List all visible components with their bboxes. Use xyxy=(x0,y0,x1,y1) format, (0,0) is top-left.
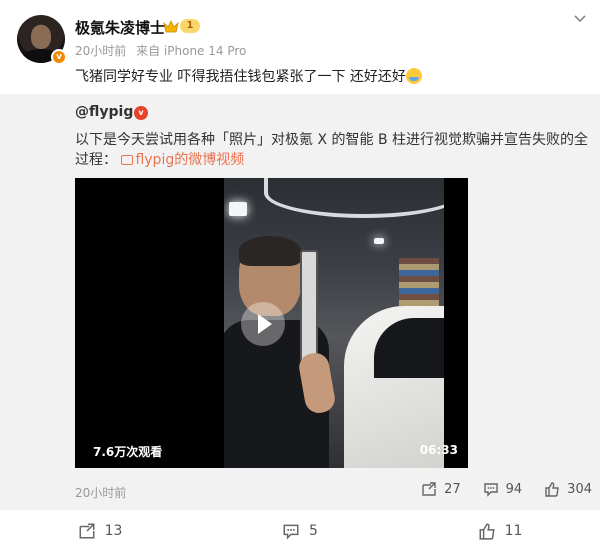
video-views: 7.6万次观看 xyxy=(93,445,163,459)
repost-comment-count: 94 xyxy=(505,481,523,497)
repost-count: 13 xyxy=(104,522,123,539)
post-time[interactable]: 20小时前 xyxy=(75,44,126,58)
like-icon xyxy=(479,523,495,540)
post-text-content: 飞猪同学好专业 吓得我捂住钱包紧张了一下 还好还好 xyxy=(75,69,406,85)
link-video-icon xyxy=(121,155,134,165)
video-link-label[interactable]: flypig的微博视频 xyxy=(135,152,244,168)
repost-icon xyxy=(79,523,95,538)
video-duration: 06:33 xyxy=(419,443,458,457)
repost-time[interactable]: 20小时前 xyxy=(75,484,126,501)
level-badge[interactable]: 1 xyxy=(180,19,200,33)
repost-comment-button[interactable]: 94 xyxy=(483,481,523,497)
repost-repost-button[interactable]: 27 xyxy=(421,481,461,497)
video-link[interactable]: flypig的微博视频 xyxy=(121,152,244,168)
repost-repost-count: 27 xyxy=(444,481,461,497)
repost-actions: 27 94 304 xyxy=(399,481,592,497)
repost-like-count: 304 xyxy=(567,481,592,497)
play-icon[interactable] xyxy=(241,302,285,346)
comment-icon xyxy=(283,524,299,540)
post-meta: 20小时前 来自 iPhone 14 Pro xyxy=(75,42,252,59)
comment-button[interactable]: 5 xyxy=(200,510,400,551)
username[interactable]: 极氪朱凌博士 xyxy=(75,17,165,38)
crown-icon[interactable] xyxy=(163,19,179,33)
relieved-emoji-icon xyxy=(405,68,422,84)
like-icon xyxy=(545,482,559,497)
repost-like-button[interactable]: 304 xyxy=(544,481,592,497)
post-text: 飞猪同学好专业 吓得我捂住钱包紧张了一下 还好还好 xyxy=(75,66,422,86)
repost-text: 以下是今天尝试用各种「照片」对极氪 X 的智能 B 柱进行视觉欺骗并宣告失败的全… xyxy=(75,130,590,170)
action-bar: 13 5 11 xyxy=(0,510,600,551)
comment-count: 5 xyxy=(309,522,318,539)
repost-icon xyxy=(422,482,436,496)
like-count: 11 xyxy=(504,522,523,539)
repost-card: @flypig v 以下是今天尝试用各种「照片」对极氪 X 的智能 B 柱进行视… xyxy=(0,94,600,510)
chevron-down-icon[interactable] xyxy=(572,10,588,26)
comment-icon xyxy=(483,483,498,497)
verified-badge-icon: v xyxy=(51,49,67,65)
like-button[interactable]: 11 xyxy=(400,510,600,551)
repost-author[interactable]: @flypig xyxy=(75,104,133,120)
post-source: 来自 iPhone 14 Pro xyxy=(136,44,247,58)
repost-verified-icon: v xyxy=(134,106,148,120)
repost-button[interactable]: 13 xyxy=(0,510,200,551)
video-player[interactable]: 7.6万次观看 06:33 xyxy=(75,178,468,468)
